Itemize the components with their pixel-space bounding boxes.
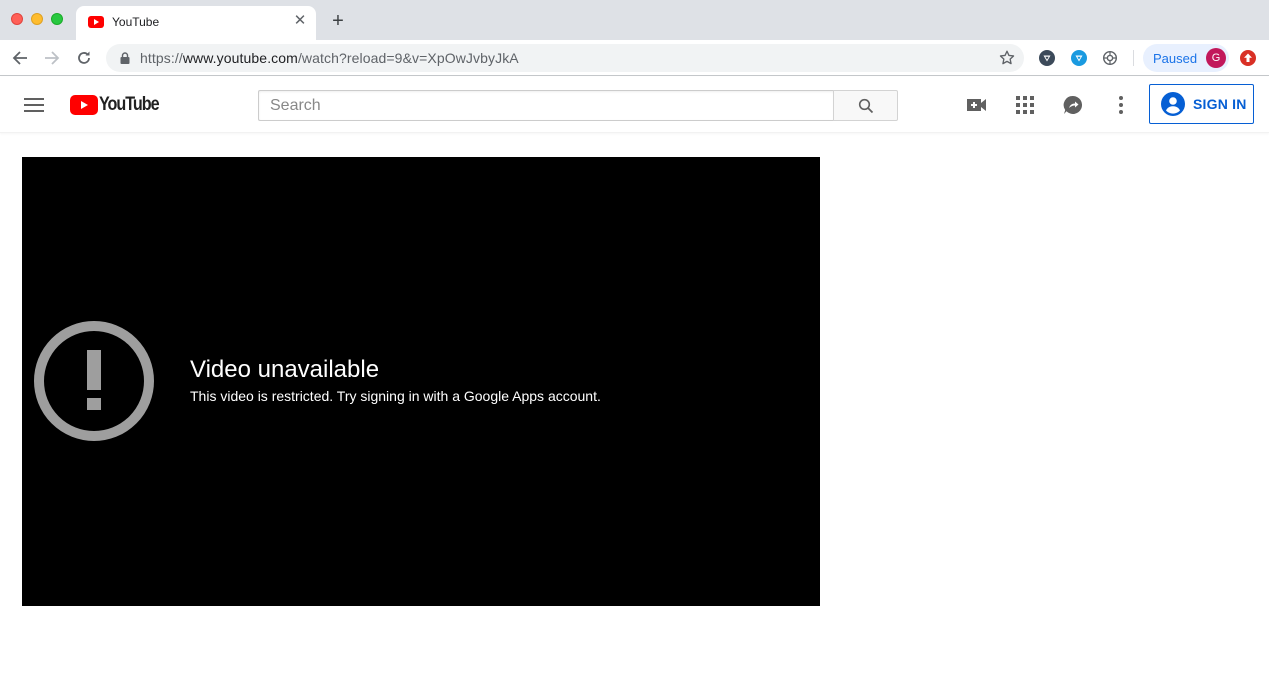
arrow-left-icon (12, 51, 27, 65)
search-button[interactable] (833, 90, 898, 121)
back-button[interactable] (8, 46, 32, 70)
menu-icon-line (24, 104, 44, 106)
youtube-favicon-icon (88, 16, 104, 28)
url-text: https://www.youtube.com/watch?reload=9&v… (140, 50, 519, 66)
window-minimize-button[interactable] (31, 13, 43, 25)
sign-in-button[interactable]: SIGN IN (1149, 84, 1254, 124)
extension-shield-dark-icon[interactable] (1039, 50, 1055, 66)
paused-label: Paused (1153, 51, 1198, 66)
update-available-button[interactable] (1240, 50, 1256, 66)
search-field (258, 90, 834, 121)
video-player[interactable]: Video unavailable This video is restrict… (22, 157, 820, 606)
sign-in-label: SIGN IN (1193, 96, 1247, 112)
apps-grid-icon (1016, 96, 1034, 114)
tab-close-icon[interactable]: ✕ (292, 13, 308, 29)
youtube-logo[interactable]: YouTube (70, 94, 169, 115)
arrow-right-icon (45, 51, 60, 65)
account-circle-icon (1161, 92, 1185, 116)
extension-openai-icon[interactable] (1102, 50, 1118, 66)
error-subtitle: This video is restricted. Try signing in… (190, 388, 601, 404)
url-path: /watch?reload=9&v=XpOwJvbyJkA (297, 50, 519, 66)
youtube-play-icon (70, 95, 98, 115)
url-scheme: https:// (140, 50, 183, 66)
new-tab-button[interactable]: + (328, 11, 348, 31)
apps-button[interactable] (1013, 93, 1037, 117)
logo-text: YouTube (99, 94, 160, 115)
extension-shield-blue-icon[interactable] (1071, 50, 1087, 66)
forward-button[interactable] (40, 46, 64, 70)
menu-icon-line (24, 98, 44, 100)
browser-tab-youtube[interactable]: YouTube ✕ (76, 6, 316, 40)
search-icon (858, 98, 873, 113)
profile-avatar: G (1206, 48, 1226, 68)
error-exclamation-icon (34, 321, 154, 441)
browser-tab-strip: YouTube ✕ + (0, 0, 1269, 40)
url-host: www.youtube.com (182, 50, 298, 66)
address-bar[interactable]: https://www.youtube.com/watch?reload=9&v… (106, 44, 1024, 72)
create-video-button[interactable] (965, 93, 989, 117)
window-maximize-button[interactable] (51, 13, 63, 25)
bookmark-star-icon[interactable] (998, 49, 1016, 67)
lock-icon (120, 52, 130, 64)
toolbar-divider (1133, 50, 1134, 66)
window-close-button[interactable] (11, 13, 23, 25)
guide-menu-button[interactable] (22, 93, 46, 117)
share-chat-icon (1063, 95, 1083, 114)
profile-paused-button[interactable]: Paused G (1143, 44, 1229, 72)
error-title: Video unavailable (190, 356, 380, 383)
reload-button[interactable] (72, 46, 96, 70)
arrow-up-icon (1244, 53, 1252, 62)
messages-button[interactable] (1061, 93, 1085, 117)
search-input[interactable] (259, 91, 834, 120)
menu-icon-line (24, 110, 44, 112)
reload-icon (78, 51, 90, 64)
more-vert-icon (1119, 96, 1123, 114)
video-camera-plus-icon (967, 99, 986, 111)
youtube-masthead: YouTube SIGN IN (0, 77, 1269, 133)
tab-title: YouTube (112, 15, 160, 29)
browser-toolbar: https://www.youtube.com/watch?reload=9&v… (0, 40, 1269, 76)
settings-more-button[interactable] (1109, 93, 1133, 117)
